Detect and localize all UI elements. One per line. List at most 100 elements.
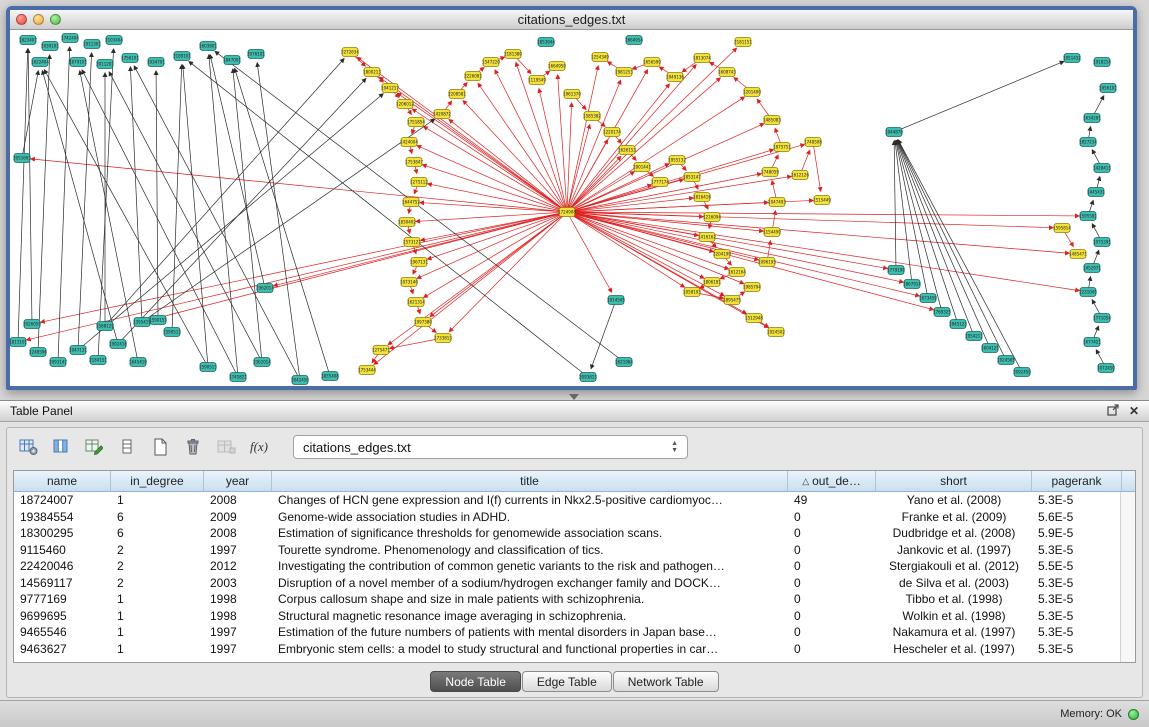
network-node[interactable]: 1951432 [1063,54,1081,63]
network-node[interactable]: 1733813 [434,334,452,343]
table-cell[interactable]: 0 [788,559,876,573]
network-node[interactable]: 1096195 [758,258,776,267]
network-node[interactable]: 1853147 [683,173,701,182]
table-cell[interactable]: 0 [788,592,876,606]
network-node[interactable]: 1954211 [965,332,983,341]
table-cell[interactable]: Structural magnetic resonance image aver… [272,609,788,623]
network-node[interactable]: 1573121 [403,238,421,247]
network-node[interactable]: 1924502 [767,328,785,337]
network-node[interactable]: 1072450 [1097,364,1115,373]
network-node[interactable]: 1779190 [887,266,905,275]
network-node[interactable]: 1644752 [402,198,420,207]
table-cell[interactable]: 1997 [204,642,272,656]
network-node[interactable]: 1813101 [10,338,27,347]
table-cell[interactable]: Tibbo et al. (1998) [876,592,1032,606]
network-node[interactable]: 1924505 [997,356,1015,365]
table-cell[interactable]: 14569117 [14,576,111,590]
network-node[interactable]: 1416162 [698,233,716,242]
table-cell[interactable]: Franke et al. (2009) [876,510,1032,524]
table-vertical-scrollbar[interactable] [1120,492,1135,662]
network-svg[interactable]: 1724908227263418002131941217120601217518… [10,30,1133,385]
table-cell[interactable]: 0 [788,543,876,557]
network-node[interactable]: 1677421 [1083,338,1101,347]
network-node[interactable]: 1813074 [693,54,711,63]
table-cell[interactable]: Estimation of significance thresholds fo… [272,526,788,540]
network-node[interactable]: 1673459 [919,294,937,303]
network-node[interactable]: 2362014 [256,284,274,293]
network-node[interactable]: 1254349 [591,53,609,62]
network-node[interactable]: 2001441 [633,163,651,172]
network-node[interactable]: 1047131 [69,346,87,355]
network-node[interactable]: 1879101 [69,58,87,67]
table-cell[interactable]: 9699695 [14,609,111,623]
network-node[interactable]: 1981253 [615,68,633,77]
network-node[interactable]: 1827234 [1079,138,1097,147]
network-node[interactable]: 2189101 [173,52,191,61]
network-node[interactable]: 1585382 [583,112,601,121]
table-cell[interactable]: 49 [788,493,876,507]
edit-table-icon[interactable] [81,435,107,459]
network-node[interactable]: 1816416 [693,193,711,202]
table-row[interactable]: 977716911998Corpus callosum shape and si… [14,591,1135,608]
network-node[interactable]: 1771054 [1093,314,1111,323]
table-cell[interactable]: 5.6E-5 [1032,510,1122,524]
function-builder-icon[interactable]: f(x) [246,435,272,459]
table-cell[interactable]: Dudbridge et al. (2008) [876,526,1032,540]
network-node[interactable]: 1956101 [1099,84,1117,93]
tab-node-table[interactable]: Node Table [430,671,521,692]
network-node[interactable]: 2103404 [105,36,123,45]
table-row[interactable]: 2242004622012Investigating the contribut… [14,558,1135,575]
table-cell[interactable]: 9465546 [14,625,111,639]
network-node[interactable]: 1248596 [29,348,47,357]
table-cell[interactable]: 2009 [204,510,272,524]
table-cell[interactable]: de Silva et al. (2003) [876,576,1032,590]
network-node[interactable]: 2042450 [291,376,309,385]
network-node[interactable]: 2226081 [464,72,482,81]
table-cell[interactable]: Nakamura et al. (1997) [876,625,1032,639]
table-cell[interactable]: 5.3E-5 [1032,625,1122,639]
table-cell[interactable]: 9115460 [14,543,111,557]
network-node[interactable]: 1911301 [83,40,101,49]
delete-table-icon[interactable] [180,435,206,459]
float-panel-icon[interactable] [1107,404,1119,418]
network-node[interactable]: 1428413 [1093,164,1111,173]
table-cell[interactable]: 5.3E-5 [1032,543,1122,557]
network-node[interactable]: 1748059 [761,168,779,177]
table-cell[interactable]: 1 [111,493,204,507]
table-cell[interactable]: Changes of HCN gene expression and I(f) … [272,493,788,507]
network-node[interactable]: 1835408 [321,372,339,381]
table-cell[interactable]: 2 [111,543,204,557]
table-cell[interactable]: 18724007 [14,493,111,507]
network-node[interactable]: 1588129 [96,322,114,331]
network-node[interactable]: 1847001 [223,56,241,65]
network-node[interactable]: 1622404 [31,58,49,67]
network-node[interactable]: 1512948 [745,314,763,323]
network-node[interactable]: 2184151 [89,356,107,365]
network-node[interactable]: 1626153 [618,146,636,155]
network-node[interactable]: 1154490 [763,228,781,237]
column-header-in_degree[interactable]: in_degree [111,471,204,491]
network-node[interactable]: 1902418 [109,340,127,349]
network-node[interactable]: 1515449 [813,196,831,205]
table-row[interactable]: 1830029562008Estimation of significance … [14,525,1135,542]
network-node[interactable]: 1875751 [773,143,791,152]
new-file-icon[interactable] [147,435,173,459]
table-cell[interactable]: 0 [788,576,876,590]
network-node[interactable]: 1612164 [728,268,746,277]
table-cell[interactable]: 5.3E-5 [1032,592,1122,606]
network-node[interactable]: 1485471 [1069,250,1087,259]
network-node[interactable]: 2181380 [504,50,522,59]
network-node[interactable]: 2026059 [23,320,41,329]
table-cell[interactable]: Wolkin et al. (1998) [876,609,1032,623]
network-node[interactable]: 1656590 [643,58,661,67]
network-node[interactable]: 2093813 [579,373,597,382]
network-node[interactable]: 1751854 [407,118,425,127]
network-node[interactable]: 1590513 [163,328,181,337]
network-node[interactable]: 1769325 [933,308,951,317]
table-cell[interactable]: Yano et al. (2008) [876,493,1032,507]
network-node[interactable]: 2208581 [448,90,466,99]
network-node[interactable]: 1395419 [133,318,151,327]
network-node[interactable]: 1119549 [528,76,546,85]
table-cell[interactable]: Hescheler et al. (1997) [876,642,1032,656]
table-row[interactable]: 1456911722003Disruption of a novel membe… [14,575,1135,592]
